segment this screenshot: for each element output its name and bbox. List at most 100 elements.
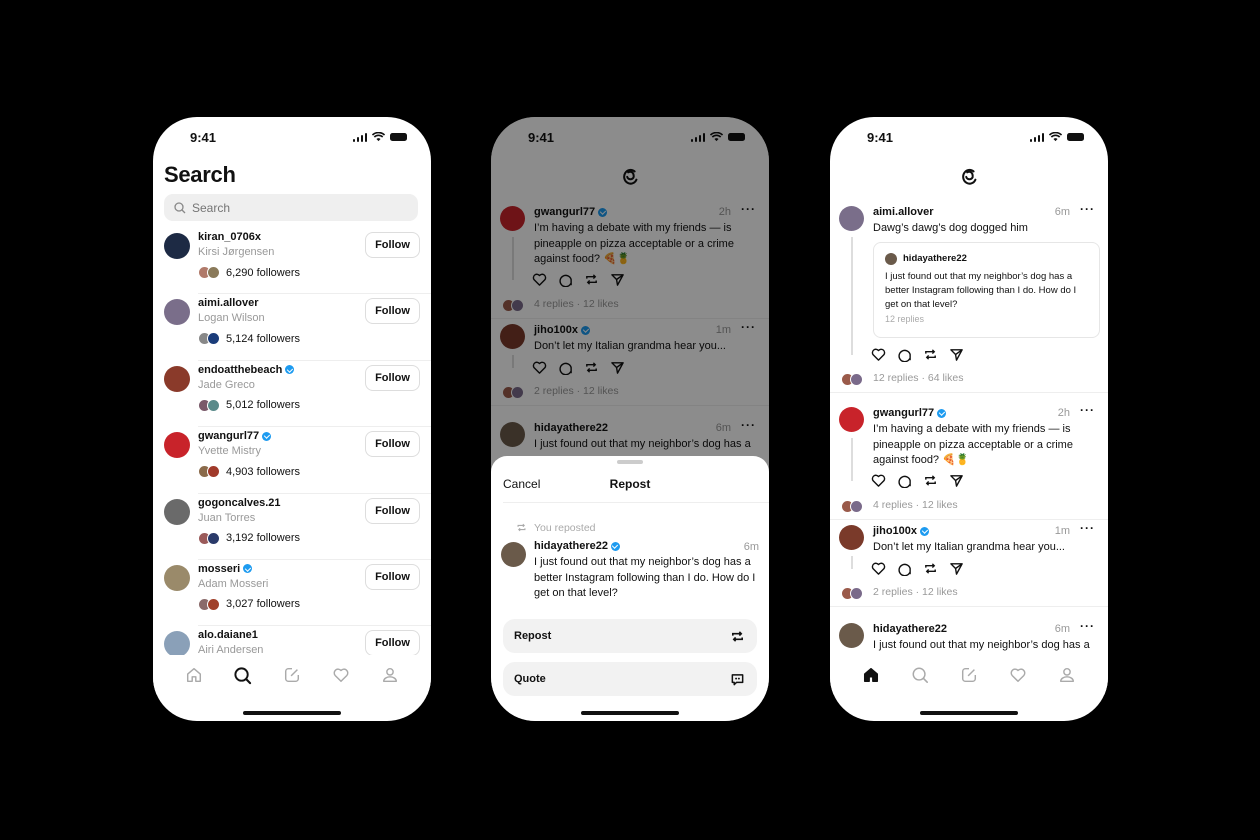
full-name: Juan Torres [198, 511, 256, 524]
search-icon [912, 667, 928, 684]
username[interactable]: kiran_0706x [198, 231, 261, 243]
mutual-avatars [198, 465, 220, 479]
threads-logo-icon[interactable] [958, 164, 980, 188]
like-button[interactable] [871, 473, 886, 488]
post-username[interactable]: jiho100x [873, 525, 930, 537]
avatar[interactable] [839, 525, 864, 550]
post-time: 2h [1057, 407, 1070, 419]
tab-compose[interactable] [956, 662, 982, 688]
like-button[interactable] [871, 561, 886, 576]
tab-search[interactable] [907, 662, 933, 688]
tab-profile[interactable] [377, 662, 403, 688]
post-stats[interactable]: 12 replies · 64 likes [873, 372, 963, 384]
page-title: Search [164, 162, 236, 187]
follower-count: 3,027 followers [198, 597, 300, 611]
reply-button[interactable] [897, 473, 912, 488]
repost-button[interactable] [923, 561, 938, 576]
avatar[interactable] [839, 623, 864, 648]
post-username[interactable]: hidayathere22 [534, 540, 620, 552]
more-options-button[interactable]: ··· [1080, 202, 1095, 216]
repost-sheet: Cancel Repost You reposted hidayathere22… [491, 456, 769, 721]
wifi-icon [1049, 132, 1062, 142]
search-input[interactable] [192, 200, 392, 215]
mini-avatar [850, 500, 863, 513]
verified-badge-icon [262, 431, 272, 441]
cancel-button[interactable]: Cancel [503, 477, 540, 491]
tab-home[interactable] [858, 662, 884, 688]
quoted-replies: 12 replies [885, 314, 925, 324]
username[interactable]: gwangurl77 [198, 430, 272, 442]
reply-button[interactable] [897, 347, 912, 362]
repost-icon [517, 523, 526, 532]
avatar[interactable] [164, 365, 190, 392]
avatar[interactable] [164, 564, 190, 591]
more-options-button[interactable]: ··· [1080, 619, 1095, 633]
tab-search[interactable] [230, 662, 256, 688]
avatar[interactable] [164, 631, 190, 658]
mini-avatar [207, 531, 220, 545]
avatar[interactable] [164, 432, 190, 459]
avatar[interactable] [839, 407, 864, 432]
post-username[interactable]: hidayathere22 [873, 623, 947, 635]
follow-button[interactable]: Follow [365, 364, 420, 391]
divider [503, 502, 769, 503]
more-options-button[interactable]: ··· [1080, 403, 1095, 417]
user-row[interactable]: kiran_0706x Kirsi Jørgensen 6,290 follower… [153, 228, 431, 295]
post-username[interactable]: gwangurl77 [873, 407, 947, 419]
follow-button[interactable]: Follow [365, 497, 420, 524]
sheet-grabber[interactable] [617, 460, 643, 464]
avatar[interactable] [839, 206, 864, 231]
quoted-post-card[interactable]: hidayathere22 I just found out that my n… [873, 242, 1100, 338]
user-row[interactable]: gogoncalves.21 Juan Torres 3,192 followers… [153, 494, 431, 560]
heart-icon [871, 474, 886, 487]
mini-avatar [207, 266, 220, 279]
avatar[interactable] [164, 498, 190, 525]
follow-button[interactable]: Follow [365, 298, 420, 325]
verified-badge-icon [610, 541, 620, 551]
follow-button[interactable]: Follow [365, 630, 420, 657]
username[interactable]: gogoncalves.21 [198, 497, 281, 509]
share-button[interactable] [949, 347, 964, 362]
share-button[interactable] [949, 473, 964, 488]
tab-home[interactable] [181, 662, 207, 688]
search-icon [174, 201, 186, 213]
tab-activity[interactable] [328, 662, 354, 688]
repost-button[interactable] [923, 473, 938, 488]
username[interactable]: mosseri [198, 563, 253, 575]
reply-button[interactable] [897, 561, 912, 576]
verified-badge-icon [920, 526, 930, 536]
share-button[interactable] [949, 561, 964, 576]
avatar[interactable] [164, 233, 190, 259]
reply-avatars [841, 373, 863, 386]
repost-option-button[interactable]: Repost [503, 619, 757, 653]
post-stats[interactable]: 2 replies · 12 likes [873, 586, 958, 598]
cellular-signal-icon [352, 132, 367, 142]
post-text: I’m having a debate with my friends — is… [873, 423, 1073, 466]
avatar[interactable] [164, 299, 190, 326]
quote-option-button[interactable]: Quote [503, 662, 757, 696]
thread-line [851, 438, 853, 481]
follow-button[interactable]: Follow [365, 431, 420, 458]
username[interactable]: endoatthebeach [198, 364, 295, 376]
like-button[interactable] [871, 347, 886, 362]
search-field[interactable] [164, 194, 418, 221]
username[interactable]: aimi.allover [198, 297, 259, 309]
user-row[interactable]: endoatthebeach Jade Greco 5,012 followers F… [153, 361, 431, 428]
post-actions [871, 347, 964, 362]
post-username[interactable]: aimi.allover [873, 206, 934, 218]
user-row[interactable]: aimi.allover Logan Wilson 5,124 followers F… [153, 294, 431, 361]
more-options-button[interactable]: ··· [1080, 521, 1095, 535]
follow-button[interactable]: Follow [365, 563, 420, 590]
username[interactable]: alo.daiane1 [198, 629, 258, 641]
follow-button[interactable]: Follow [365, 232, 420, 258]
tab-activity[interactable] [1005, 662, 1031, 688]
battery-icon [390, 133, 407, 141]
user-row[interactable]: mosseri Adam Mosseri 3,027 followers Follow [153, 560, 431, 627]
repost-button[interactable] [923, 347, 938, 362]
tab-profile[interactable] [1054, 662, 1080, 688]
post-stats[interactable]: 4 replies · 12 likes [873, 499, 958, 511]
user-row[interactable]: gwangurl77 Yvette Mistry 4,903 followers Fo… [153, 427, 431, 494]
mini-avatar [850, 373, 863, 386]
mini-avatar [207, 597, 220, 611]
tab-compose[interactable] [279, 662, 305, 688]
